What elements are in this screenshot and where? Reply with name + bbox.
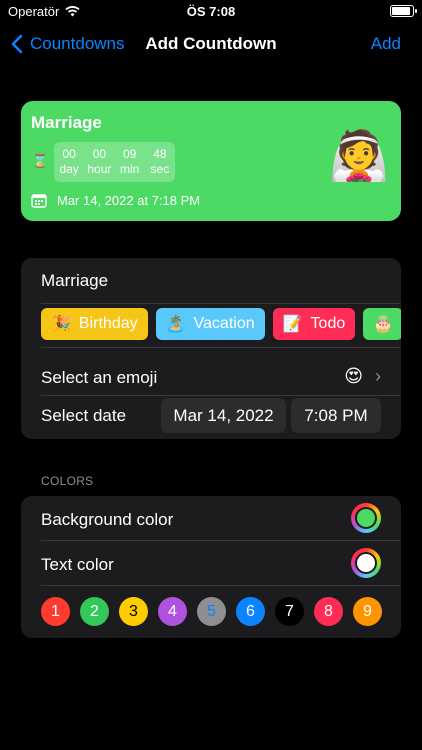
countdown-value: 00 bbox=[62, 147, 76, 161]
palette-color-3[interactable]: 3 bbox=[119, 597, 148, 626]
color-palette: 123456789 bbox=[41, 597, 382, 626]
add-button[interactable]: Add bbox=[371, 34, 401, 54]
selected-emoji-value: 😍 bbox=[344, 366, 363, 386]
countdown-cell: 00 hour bbox=[84, 142, 114, 182]
calendar-icon bbox=[31, 194, 47, 208]
text-color-label: Text color bbox=[41, 555, 114, 574]
colors-section: Background color Text color 123456789 bbox=[21, 496, 401, 638]
countdown-cell: 00 day bbox=[54, 142, 84, 182]
countdown-cell: 48 sec bbox=[145, 142, 175, 182]
countdown-value: 48 bbox=[153, 147, 167, 161]
palette-color-5[interactable]: 5 bbox=[197, 597, 226, 626]
hourglass-icon: ⌛ bbox=[32, 153, 49, 168]
countdown-value: 00 bbox=[92, 147, 107, 161]
select-emoji-row[interactable]: Select an emoji 😍 › bbox=[21, 358, 401, 398]
page-title: Add Countdown bbox=[145, 34, 277, 53]
colors-section-header: COLORS bbox=[41, 474, 94, 488]
preview-date-text: Mar 14, 2022 at 7:18 PM bbox=[57, 193, 201, 208]
navigation-bar: Countdowns Add Countdown Add bbox=[0, 24, 422, 64]
preset-chip-label: Birthday bbox=[78, 315, 138, 332]
date-picker[interactable]: Mar 14, 2022 bbox=[161, 398, 286, 433]
preset-chip-emoji: 🎂 bbox=[373, 316, 394, 333]
countdown-value: 09 bbox=[122, 147, 137, 161]
preset-chip[interactable]: 🎉 Birthday bbox=[41, 308, 148, 340]
countdown-timer: 00 day 00 hour 09 min 48 sec bbox=[54, 142, 175, 182]
battery-icon bbox=[390, 5, 417, 17]
text-color-well[interactable] bbox=[351, 548, 381, 578]
palette-color-4[interactable]: 4 bbox=[158, 597, 187, 626]
select-date-row: Select date Mar 14, 2022 7:08 PM bbox=[21, 398, 401, 439]
preview-title: Marriage bbox=[31, 113, 102, 132]
selected-emoji[interactable]: 😍 › bbox=[344, 366, 381, 387]
preset-chip[interactable]: 🏝️ Vacation bbox=[155, 308, 265, 340]
countdown-form: Marriage 🎉 Birthday 🏝️ Vacation 📝 Todo 🎂 Selec… bbox=[21, 258, 401, 439]
preset-chip-label: Todo bbox=[310, 315, 346, 332]
time-picker[interactable]: 7:08 PM bbox=[291, 398, 381, 433]
background-color-row[interactable]: Background color bbox=[21, 496, 401, 541]
text-color-row[interactable]: Text color bbox=[21, 541, 401, 586]
countdown-preview-card: Marriage ⌛ 00 day 00 hour 09 min 48 sec Mar 14,… bbox=[21, 101, 401, 221]
status-time: ÖS 7:08 bbox=[186, 4, 236, 19]
background-color-label: Background color bbox=[41, 510, 174, 529]
palette-color-1[interactable]: 1 bbox=[41, 597, 70, 626]
status-bar: Operatör ÖS 7:08 bbox=[0, 0, 422, 24]
preset-chip-label: Vacation bbox=[193, 315, 255, 332]
palette-color-6[interactable]: 6 bbox=[236, 597, 265, 626]
countdown-cell: 09 min bbox=[115, 142, 145, 182]
preset-chip[interactable]: 📝 Todo bbox=[272, 308, 356, 340]
countdown-unit: sec bbox=[150, 162, 170, 176]
preview-emoji: 👰 bbox=[329, 130, 389, 183]
preset-chip-emoji: 🏝️ bbox=[165, 316, 186, 333]
preset-chip[interactable]: 🎂 bbox=[363, 308, 401, 340]
preview-date: Mar 14, 2022 at 7:18 PM bbox=[31, 193, 200, 208]
countdown-unit: hour bbox=[87, 162, 112, 176]
palette-color-2[interactable]: 2 bbox=[80, 597, 109, 626]
countdown-unit: day bbox=[59, 162, 79, 176]
select-date-label: Select date bbox=[41, 406, 127, 425]
chevron-right-icon: › bbox=[375, 366, 381, 386]
background-color-well[interactable] bbox=[351, 503, 381, 533]
palette-color-7[interactable]: 7 bbox=[275, 597, 304, 626]
name-field[interactable]: Marriage bbox=[41, 271, 108, 291]
name-row[interactable]: Marriage bbox=[21, 258, 401, 304]
palette-color-9[interactable]: 9 bbox=[353, 597, 382, 626]
select-emoji-label: Select an emoji bbox=[41, 368, 158, 387]
preset-chip-emoji: 🎉 bbox=[51, 316, 71, 333]
preset-chip-emoji: 📝 bbox=[282, 316, 303, 333]
palette-color-8[interactable]: 8 bbox=[314, 597, 343, 626]
countdown-unit: min bbox=[119, 162, 140, 176]
preset-chips[interactable]: 🎉 Birthday 🏝️ Vacation 📝 Todo 🎂 bbox=[41, 308, 401, 342]
